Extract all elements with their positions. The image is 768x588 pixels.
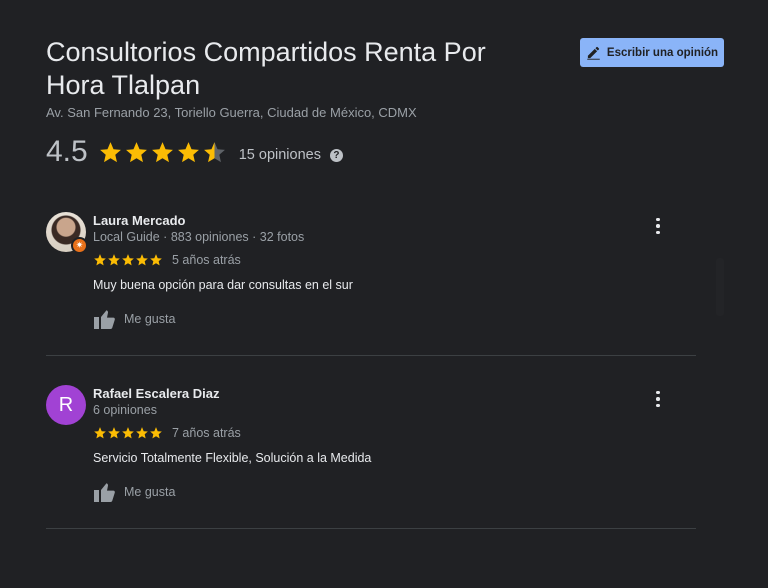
local-guide-badge-icon: ✷ xyxy=(71,237,88,254)
review-divider xyxy=(46,528,696,529)
review-text: Servicio Totalmente Flexible, Solución a… xyxy=(93,451,372,465)
reviewer-avatar[interactable]: R xyxy=(46,385,86,425)
star-icon xyxy=(150,254,162,266)
scrollbar-thumb[interactable] xyxy=(716,258,724,316)
reviewer-name[interactable]: Laura Mercado xyxy=(93,212,673,229)
star-icon xyxy=(136,254,148,266)
thumbs-up-icon xyxy=(94,310,115,329)
reviewer-meta[interactable]: 6 opiniones xyxy=(93,402,673,419)
place-header: Consultorios Compartidos Renta Por Hora … xyxy=(46,36,546,120)
rating-stars xyxy=(98,140,227,165)
thumbs-up-icon xyxy=(94,483,115,502)
star-icon xyxy=(151,141,173,162)
reviewer-avatar[interactable]: ✷ xyxy=(46,212,88,254)
star-icon xyxy=(99,141,121,162)
help-icon[interactable]: ? xyxy=(329,148,343,162)
like-button[interactable]: Me gusta xyxy=(93,307,673,331)
like-label: Me gusta xyxy=(124,485,176,499)
avatar-letter: R xyxy=(46,385,86,425)
review-date: 7 años atrás xyxy=(172,426,241,440)
review-item: R Rafael Escalera Diaz 6 opiniones 7 año… xyxy=(46,385,696,505)
star-icon xyxy=(108,254,120,266)
star-icon xyxy=(177,141,199,162)
star-icon xyxy=(122,427,134,439)
reviewer-name[interactable]: Rafael Escalera Diaz xyxy=(93,385,673,402)
write-review-label: Escribir una opinión xyxy=(606,46,719,59)
place-address: Av. San Fernando 23, Toriello Guerra, Ci… xyxy=(46,105,417,120)
star-icon xyxy=(136,427,148,439)
review-stars xyxy=(93,253,163,267)
rating-value: 4.5 xyxy=(46,135,88,168)
more-options-button[interactable] xyxy=(650,389,666,409)
review-text: Muy buena opción para dar consultas en e… xyxy=(93,278,353,292)
star-icon xyxy=(94,254,106,266)
review-divider xyxy=(46,355,696,356)
review-count[interactable]: 15 opiniones xyxy=(239,147,321,163)
star-icon xyxy=(150,427,162,439)
like-label: Me gusta xyxy=(124,312,176,326)
more-options-button[interactable] xyxy=(650,216,666,236)
star-icon xyxy=(122,254,134,266)
rating-summary: 4.5 15 opiniones ? xyxy=(46,132,343,172)
write-review-button[interactable]: Escribir una opinión xyxy=(580,38,724,67)
reviewer-meta[interactable]: Local Guide · 883 opiniones · 32 fotos xyxy=(93,229,673,246)
star-icon xyxy=(108,427,120,439)
review-item: ✷ Laura Mercado Local Guide · 883 opinio… xyxy=(46,212,696,332)
more-vert-icon xyxy=(656,217,660,222)
like-button[interactable]: Me gusta xyxy=(93,480,673,504)
pencil-icon xyxy=(587,46,600,60)
place-title: Consultorios Compartidos Renta Por Hora … xyxy=(46,37,486,100)
star-icon xyxy=(94,427,106,439)
review-date: 5 años atrás xyxy=(172,253,241,267)
review-stars xyxy=(93,426,163,440)
star-icon xyxy=(125,141,147,162)
more-vert-icon xyxy=(656,390,660,395)
star-icon xyxy=(203,141,225,162)
